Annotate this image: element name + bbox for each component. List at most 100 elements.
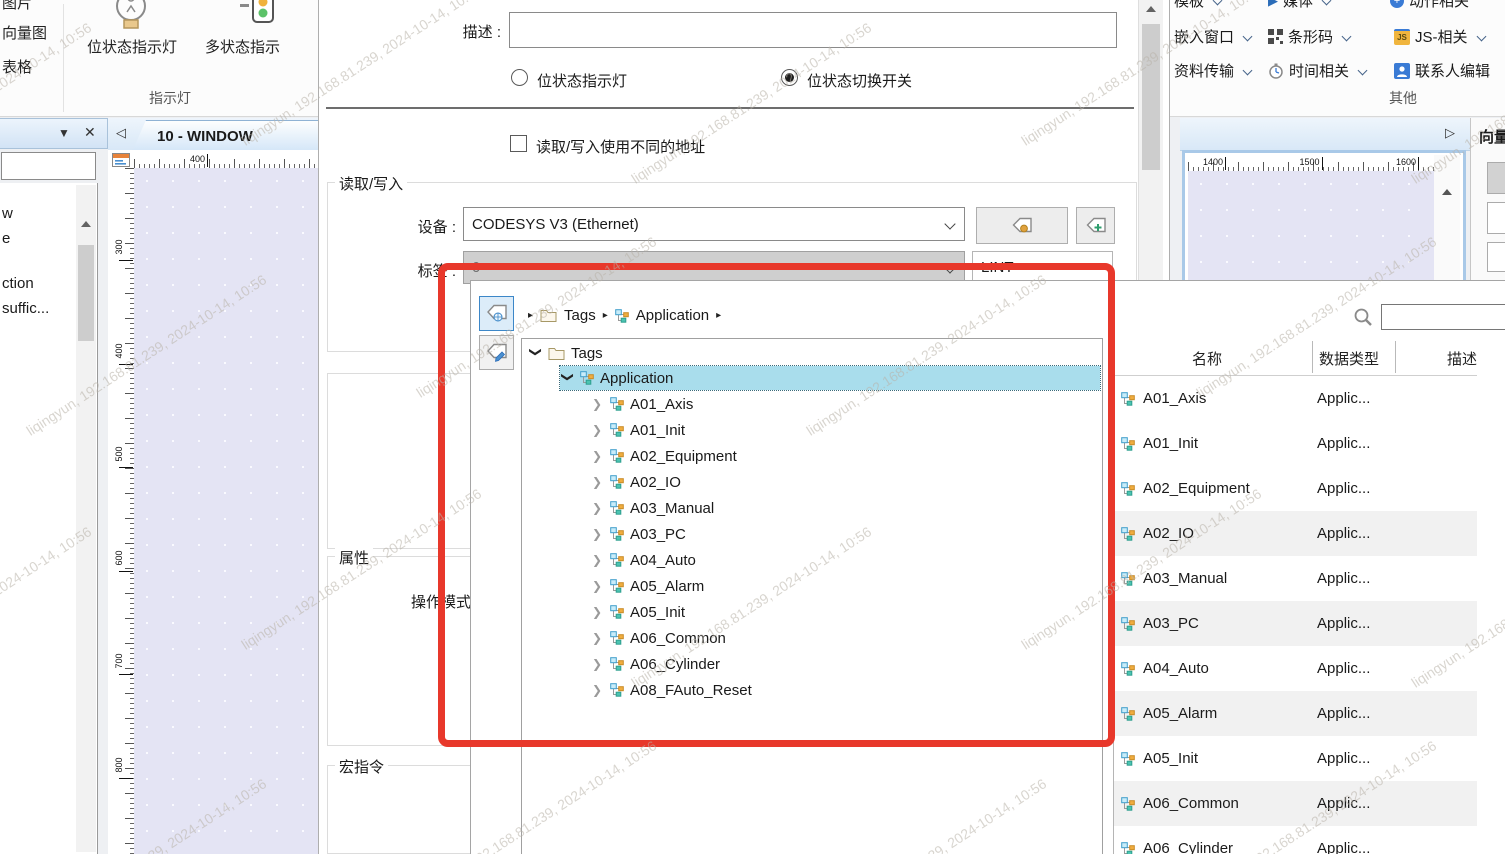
table-row[interactable]: A06_CylinderApplic... [1114,826,1477,854]
ribbon-item-data-transfer[interactable]: 资料传输 [1174,60,1251,81]
scroll-up-icon[interactable] [1442,189,1452,195]
tab-scroll-right-icon[interactable]: ▷ [1445,126,1455,139]
device-combobox[interactable]: CODESYS V3 (Ethernet) [463,207,965,241]
radio-bit-toggle[interactable] [781,69,798,86]
tag-browse-button[interactable] [976,207,1068,244]
table-row[interactable]: A03_PCApplic... [1114,601,1477,646]
tag-add-button[interactable] [1076,207,1115,244]
dock-menu-icon[interactable]: ▼ [58,126,70,140]
tag-edit-button[interactable] [479,335,514,370]
chevron-right-icon[interactable]: ❯ [592,475,604,489]
table-row[interactable]: A03_ManualApplic... [1114,556,1477,601]
list-item[interactable]: suffic... [2,300,49,317]
tag-online-browse-button[interactable] [479,296,514,331]
ribbon-item-bit-lamp[interactable]: 位状态指示灯 [83,36,181,57]
dock-filter-input[interactable] [1,152,96,180]
tree-item[interactable]: ❯A01_Init [592,418,685,442]
ribbon-item-picture[interactable]: 图片 [2,0,32,13]
tag-group-icon [1121,752,1135,766]
scrollbar-thumb[interactable] [1142,24,1160,170]
column-header-name[interactable]: 名称 [1192,348,1222,369]
table-row[interactable]: A02_IOApplic... [1114,511,1477,556]
tree-item[interactable]: ❯A02_IO [592,470,681,494]
ribbon-item-vector[interactable]: 向量图 [2,22,47,43]
ribbon-item-time-related[interactable]: 时间相关 [1268,60,1366,81]
ribbon-item-js[interactable]: JS JS-相关 [1394,26,1485,47]
scroll-up-icon[interactable] [1146,6,1156,12]
list-item[interactable]: ction [2,275,34,292]
column-divider[interactable] [1312,341,1313,373]
ribbon-item-multi-lamp[interactable]: 多状态指示 [205,36,280,57]
chevron-right-icon[interactable]: ❯ [592,397,604,411]
chevron-right-icon[interactable]: ❯ [592,553,604,567]
chevron-right-icon[interactable]: ❯ [592,423,604,437]
chevron-right-icon[interactable]: ❯ [592,501,604,515]
breadcrumb-arrow-icon[interactable]: ▸ [603,310,608,321]
scroll-up-icon[interactable] [81,221,91,227]
tree-item[interactable]: ❯A05_Alarm [592,574,704,598]
chevron-right-icon[interactable]: ❯ [592,683,604,697]
ribbon-item-barcode[interactable]: 条形码 [1268,26,1350,47]
tree-item[interactable]: ❯A04_Auto [592,548,696,572]
shape-item[interactable] [1487,162,1505,194]
traffic-light-icon[interactable] [238,0,284,32]
breadcrumb-root[interactable]: Tags [564,307,596,324]
list-item[interactable]: e [2,230,10,247]
shape-item[interactable] [1487,202,1505,234]
ribbon-item-action[interactable]: + 动作相关 [1390,0,1469,11]
chevron-right-icon[interactable]: ❯ [592,657,604,671]
table-row[interactable]: A05_AlarmApplic... [1114,691,1477,736]
chevron-right-icon[interactable]: ❯ [592,449,604,463]
chevron-down-icon[interactable]: ❯ [529,347,543,359]
table-row[interactable]: A06_CommonApplic... [1114,781,1477,826]
tree-item[interactable]: ❯A01_Axis [592,392,693,416]
table-row[interactable]: A04_AutoApplic... [1114,646,1477,691]
tree-item[interactable]: ❯A03_PC [592,522,686,546]
diff-address-checkbox[interactable] [510,135,527,152]
close-icon[interactable]: ✕ [84,124,96,141]
tree-item-application[interactable]: ❯ Application [562,366,673,390]
tree-item[interactable]: ❯A03_Manual [592,496,714,520]
bulb-icon[interactable] [108,0,154,32]
list-item[interactable]: w [2,205,13,222]
ruler-tick [119,674,133,675]
tree-item[interactable]: ❯A06_Cylinder [592,652,720,676]
chevron-right-icon[interactable]: ❯ [592,605,604,619]
ribbon-item-media[interactable]: ▶ 媒体 [1268,0,1330,11]
ribbon-item-embed-window[interactable]: 嵌入窗口 [1174,26,1251,47]
search-input[interactable] [1381,304,1505,330]
column-header-datatype[interactable]: 数据类型 [1319,348,1379,369]
table-row[interactable]: A02_EquipmentApplic... [1114,466,1477,511]
chevron-right-icon[interactable]: ❯ [592,527,604,541]
chevron-down-icon[interactable]: ❯ [561,372,575,384]
dialog-scrollbar[interactable] [1138,0,1163,283]
breadcrumb-arrow-icon[interactable]: ▸ [528,310,533,321]
tree-item[interactable]: ❯A05_Init [592,600,685,624]
tag-group-icon [580,371,594,385]
tree-item-root[interactable]: ❯ Tags [530,341,603,365]
ribbon-item-template[interactable]: 模板 [1174,0,1221,11]
radio-bit-lamp[interactable] [511,69,528,86]
tree-item[interactable]: ❯A08_FAuto_Reset [592,678,752,702]
chevron-right-icon[interactable]: ❯ [592,579,604,593]
table-row[interactable]: A01_InitApplic... [1114,421,1477,466]
column-header-description[interactable]: 描述 [1447,348,1477,369]
canvas-scrollbar[interactable] [1434,155,1460,280]
design-canvas[interactable] [134,168,318,854]
description-input[interactable] [509,12,1117,48]
scrollbar-thumb[interactable] [78,245,94,341]
breadcrumb-arrow-icon[interactable]: ▸ [716,310,721,321]
column-divider[interactable] [1395,341,1396,373]
table-row[interactable]: A05_InitApplic... [1114,736,1477,781]
breadcrumb-current[interactable]: Application [636,307,709,324]
tree-item[interactable]: ❯A06_Common [592,626,726,650]
dock-scrollbar[interactable] [76,185,96,852]
design-canvas[interactable] [1188,171,1434,280]
shape-item[interactable] [1487,242,1505,272]
chevron-right-icon[interactable]: ❯ [592,631,604,645]
tab-scroll-left-icon[interactable]: ◁ [116,126,126,139]
ribbon-item-table[interactable]: 表格 [2,56,32,77]
table-row[interactable]: A01_AxisApplic... [1114,376,1477,421]
tree-item[interactable]: ❯A02_Equipment [592,444,737,468]
ribbon-item-contacts[interactable]: 联系人编辑 [1394,60,1490,81]
